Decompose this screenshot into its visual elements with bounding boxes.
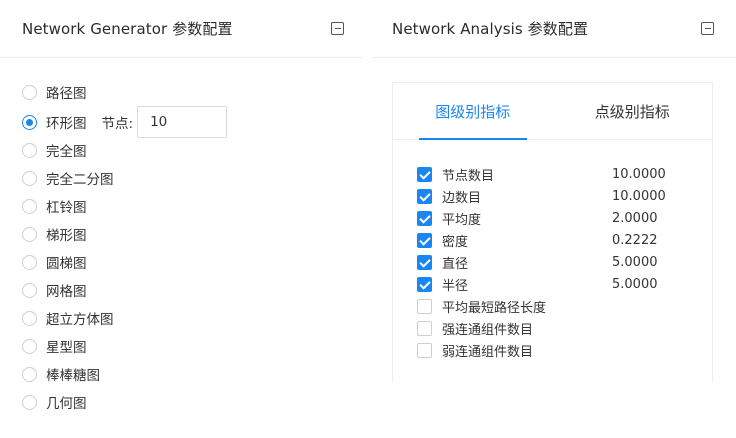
- radio-button[interactable]: [22, 226, 37, 242]
- node-count-label: 节点:: [101, 116, 134, 132]
- graph-type-option[interactable]: 圆梯图: [22, 248, 227, 276]
- metric-name: 节点数目: [442, 168, 495, 184]
- metric-checkbox[interactable]: [417, 276, 432, 292]
- graph-type-option[interactable]: 几何图: [22, 388, 227, 416]
- radio-button[interactable]: [22, 254, 37, 270]
- radio-button[interactable]: [22, 310, 37, 326]
- tab-graph-level[interactable]: 图级别指标: [393, 83, 553, 140]
- analysis-header: Network Analysis 参数配置: [372, 0, 736, 58]
- metric-checkbox[interactable]: [417, 210, 432, 226]
- graph-type-radio-group: 路径图环形图节点: 完全图完全二分图杠铃图梯形图圆梯图网格图超立方体图星型图棒棒糖…: [22, 78, 228, 416]
- metric-value: 5.0000: [612, 254, 658, 270]
- metric-checkbox[interactable]: [417, 320, 432, 336]
- metric-value: 0.2222: [612, 232, 658, 248]
- radio-button[interactable]: [22, 394, 37, 410]
- metric-value: 10.0000: [612, 188, 666, 204]
- metric-name: 半径: [442, 278, 469, 294]
- metric-list: 节点数目 10.0000 边数目 10.0000 平均度 2.0000 密度 0.2222 直径…: [417, 163, 697, 361]
- radio-button[interactable]: [22, 84, 37, 100]
- radio-button[interactable]: [22, 114, 37, 130]
- metric-tabs: 图级别指标 点级别指标: [393, 83, 712, 140]
- network-generator-panel: Network Generator 参数配置 路径图环形图节点: 完全图完全二分图…: [0, 0, 362, 438]
- graph-type-option[interactable]: 超立方体图: [22, 304, 227, 332]
- radio-button[interactable]: [22, 366, 37, 382]
- radio-label: 网格图: [46, 284, 87, 300]
- metric-value: 2.0000: [612, 210, 658, 226]
- metric-value: 5.0000: [612, 276, 658, 292]
- metric-checkbox[interactable]: [417, 298, 432, 314]
- radio-label: 路径图: [46, 86, 87, 102]
- graph-type-option[interactable]: 棒棒糖图: [22, 360, 227, 388]
- collapse-icon[interactable]: [331, 22, 344, 35]
- metric-row[interactable]: 半径 5.0000: [417, 273, 697, 295]
- network-analysis-panel: Network Analysis 参数配置 图级别指标 点级别指标 节点数目 10…: [372, 0, 736, 438]
- metric-row[interactable]: 平均度 2.0000: [417, 207, 697, 229]
- metric-name: 直径: [442, 256, 469, 272]
- metric-row[interactable]: 节点数目 10.0000: [417, 163, 697, 185]
- collapse-icon[interactable]: [701, 22, 714, 35]
- graph-type-option[interactable]: 路径图: [22, 78, 227, 106]
- metric-row[interactable]: 边数目 10.0000: [417, 185, 697, 207]
- graph-type-option[interactable]: 完全图: [22, 136, 227, 164]
- radio-button[interactable]: [22, 142, 37, 158]
- generator-title: Network Generator 参数配置: [22, 20, 233, 38]
- radio-label: 完全图: [46, 144, 87, 160]
- radio-label: 几何图: [46, 396, 87, 412]
- graph-type-option[interactable]: 网格图: [22, 276, 227, 304]
- metric-value: 10.0000: [612, 166, 666, 182]
- metric-row[interactable]: 直径 5.0000: [417, 251, 697, 273]
- graph-type-option[interactable]: 梯形图: [22, 220, 227, 248]
- radio-button[interactable]: [22, 170, 37, 186]
- tab-node-level[interactable]: 点级别指标: [553, 83, 713, 139]
- graph-type-option[interactable]: 星型图: [22, 332, 227, 360]
- graph-type-option[interactable]: 环形图 节点:: [22, 106, 228, 138]
- generator-header: Network Generator 参数配置: [0, 0, 362, 58]
- graph-type-option[interactable]: 杠铃图: [22, 192, 227, 220]
- radio-label: 完全二分图: [46, 172, 114, 188]
- metric-checkbox[interactable]: [417, 232, 432, 248]
- metric-row[interactable]: 强连通组件数目: [417, 317, 697, 339]
- metric-name: 平均最短路径长度: [442, 300, 547, 316]
- metric-row[interactable]: 弱连通组件数目: [417, 339, 697, 361]
- metric-name: 密度: [442, 234, 469, 250]
- radio-label: 杠铃图: [46, 200, 87, 216]
- metric-name: 边数目: [442, 190, 482, 206]
- metric-name: 弱连通组件数目: [442, 344, 534, 360]
- metric-checkbox[interactable]: [417, 188, 432, 204]
- radio-label: 梯形图: [46, 228, 87, 244]
- radio-label: 圆梯图: [46, 256, 87, 272]
- metric-row[interactable]: 密度 0.2222: [417, 229, 697, 251]
- metric-row[interactable]: 平均最短路径长度: [417, 295, 697, 317]
- metric-name: 强连通组件数目: [442, 322, 534, 338]
- metric-name: 平均度: [442, 212, 482, 228]
- metrics-card: 图级别指标 点级别指标 节点数目 10.0000 边数目 10.0000 平均度 2.00…: [392, 82, 713, 382]
- metric-checkbox[interactable]: [417, 254, 432, 270]
- radio-label: 环形图: [46, 116, 87, 132]
- metric-checkbox[interactable]: [417, 166, 432, 182]
- graph-type-option[interactable]: 完全二分图: [22, 164, 227, 192]
- node-count-input[interactable]: [137, 106, 228, 138]
- radio-label: 超立方体图: [46, 312, 114, 328]
- metric-checkbox[interactable]: [417, 342, 432, 358]
- radio-label: 棒棒糖图: [46, 368, 100, 384]
- radio-button[interactable]: [22, 338, 37, 354]
- radio-button[interactable]: [22, 198, 37, 214]
- analysis-title: Network Analysis 参数配置: [392, 20, 589, 38]
- radio-label: 星型图: [46, 340, 87, 356]
- radio-button[interactable]: [22, 282, 37, 298]
